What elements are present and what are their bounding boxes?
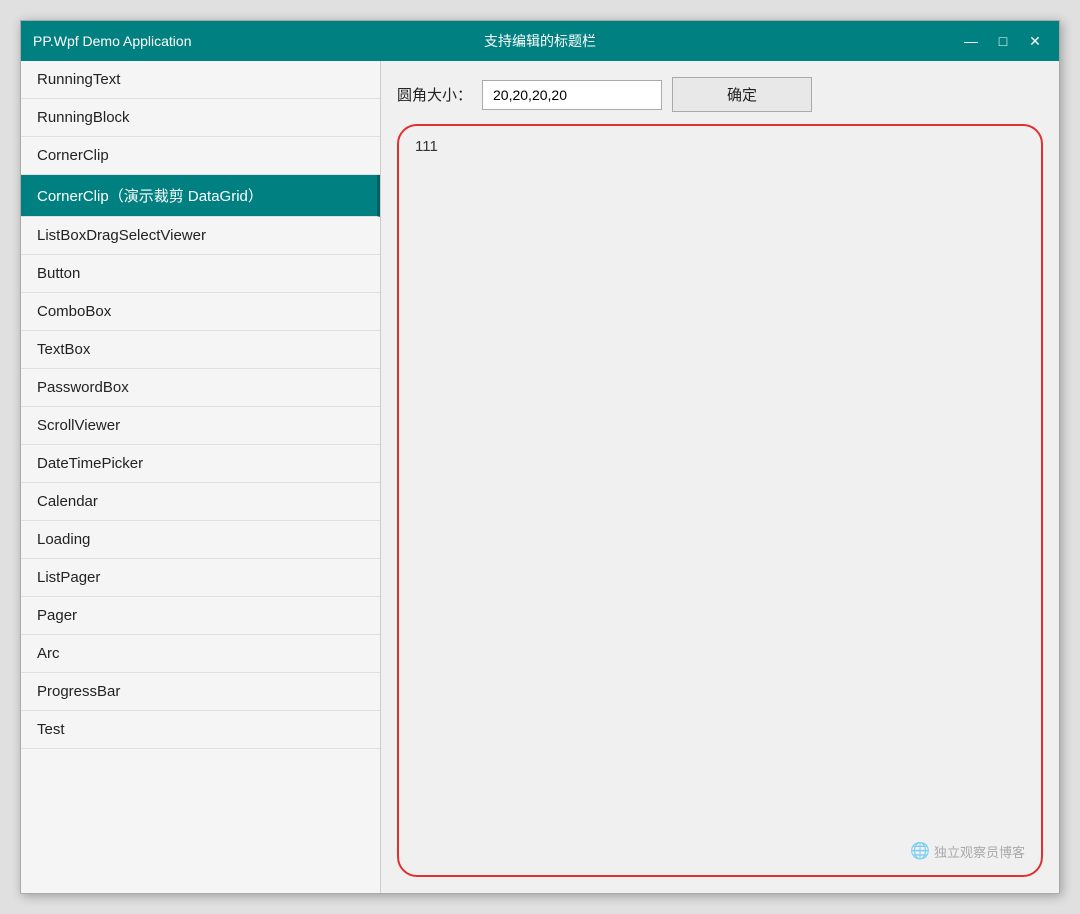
sidebar-item-ListPager[interactable]: ListPager [21,559,380,597]
main-panel: 圆角大小： 确定 111 🌐 独立观察员博客 [381,61,1059,893]
sidebar-item-Test[interactable]: Test [21,711,380,749]
watermark-icon: 🌐 [910,841,930,861]
sidebar-item-DateTimePicker[interactable]: DateTimePicker [21,445,380,483]
sidebar-item-ProgressBar[interactable]: ProgressBar [21,673,380,711]
sidebar-item-CornerClip[interactable]: CornerClip [21,137,380,175]
content-area: RunningTextRunningBlockCornerClipCornerC… [21,61,1059,893]
sidebar-item-Pager[interactable]: Pager [21,597,380,635]
watermark: 🌐 独立观察员博客 [910,841,1025,861]
confirm-button[interactable]: 确定 [672,77,812,112]
corner-label: 圆角大小： [397,84,472,105]
app-window: PP.Wpf Demo Application 支持编辑的标题栏 — □ ✕ R… [20,20,1060,894]
sidebar-item-ComboBox[interactable]: ComboBox [21,293,380,331]
sidebar-item-ListBoxDragSelectViewer[interactable]: ListBoxDragSelectViewer [21,217,380,255]
sidebar-item-RunningText[interactable]: RunningText [21,61,380,99]
sidebar-item-ScrollViewer[interactable]: ScrollViewer [21,407,380,445]
sidebar-item-PasswordBox[interactable]: PasswordBox [21,369,380,407]
sidebar-item-TextBox[interactable]: TextBox [21,331,380,369]
sidebar-item-CornerClipDataGrid[interactable]: CornerClip（演示裁剪 DataGrid） [21,175,380,217]
preview-content: 111 [399,126,1041,167]
app-name: PP.Wpf Demo Application [33,33,192,49]
sidebar-item-RunningBlock[interactable]: RunningBlock [21,99,380,137]
sidebar-item-Loading[interactable]: Loading [21,521,380,559]
watermark-text: 独立观察员博客 [934,842,1025,861]
close-button[interactable]: ✕ [1023,29,1047,53]
minimize-button[interactable]: — [959,29,983,53]
preview-area: 111 🌐 独立观察员博客 [397,124,1043,877]
window-title: 支持编辑的标题栏 [484,31,596,51]
toolbar: 圆角大小： 确定 [397,77,1043,112]
sidebar: RunningTextRunningBlockCornerClipCornerC… [21,61,381,893]
title-bar: PP.Wpf Demo Application 支持编辑的标题栏 — □ ✕ [21,21,1059,61]
sidebar-item-Calendar[interactable]: Calendar [21,483,380,521]
corner-input[interactable] [482,80,662,110]
sidebar-item-Button[interactable]: Button [21,255,380,293]
sidebar-item-Arc[interactable]: Arc [21,635,380,673]
maximize-button[interactable]: □ [991,29,1015,53]
window-controls: — □ ✕ [959,29,1047,53]
